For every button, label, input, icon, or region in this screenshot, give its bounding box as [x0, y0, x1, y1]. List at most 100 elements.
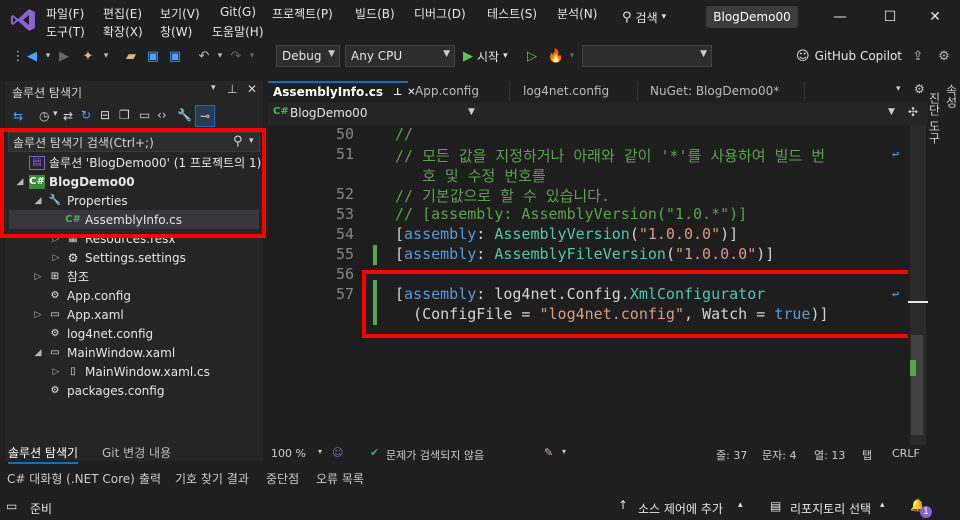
tree-item-app-config[interactable]: ⚙ App.config	[32, 286, 131, 305]
settings-icon[interactable]: ⚙	[936, 48, 952, 64]
tab-breakpoints[interactable]: 중단점	[266, 470, 299, 487]
chevron-down-icon[interactable]: ▾	[211, 83, 216, 93]
tab-csharp-interactive[interactable]: C# 대화형 (.NET Core)	[7, 470, 135, 487]
tab-assemblyinfo[interactable]: AssemblyInfo.cs ⊥ ✕	[268, 81, 416, 101]
copilot-button[interactable]: ☺ GitHub Copilot	[796, 45, 902, 67]
share-icon[interactable]: ⇪	[910, 48, 926, 64]
start-without-debug-icon[interactable]: ▷	[524, 48, 540, 64]
configuration-select[interactable]: Debug ▼	[276, 45, 340, 67]
close-button[interactable]: ✕	[920, 6, 950, 28]
navbar-project[interactable]: BlogDemo00	[290, 106, 367, 120]
select-repository-button[interactable]: 리포지토리 선택	[790, 500, 871, 517]
save-icon[interactable]: ▣	[145, 48, 161, 64]
tab-log4net-config[interactable]: log4net.config	[518, 81, 638, 101]
code-icon[interactable]: ‹›	[157, 108, 167, 122]
redo-icon[interactable]: ↷	[228, 48, 244, 64]
tab-output[interactable]: 출력	[139, 470, 161, 487]
menu-help[interactable]: 도움말(H)	[212, 23, 264, 40]
collapsed-arrow-icon[interactable]: ▷	[50, 367, 62, 377]
chevron-down-icon[interactable]: ▾	[53, 109, 58, 119]
search-button[interactable]: ⚲ 검색 ▾	[622, 6, 702, 28]
new-project-icon[interactable]: ✦	[80, 48, 96, 64]
menu-file[interactable]: 파일(F)	[46, 5, 84, 22]
collapsed-arrow-icon[interactable]: ▷	[32, 272, 44, 282]
chevron-down-icon[interactable]: ▾	[562, 447, 566, 456]
chevron-down-icon[interactable]: ▾	[896, 84, 901, 94]
hot-reload-icon[interactable]: 🔥	[548, 48, 564, 64]
maximize-button[interactable]: ☐	[875, 6, 905, 28]
switch-views-icon[interactable]: ⇄	[63, 109, 73, 123]
menu-edit[interactable]: 편집(E)	[103, 5, 142, 22]
forward-icon[interactable]: ▶	[56, 48, 72, 64]
chevron-down-icon[interactable]: ▾	[98, 48, 114, 64]
copilot-icon[interactable]: ☺	[332, 446, 343, 459]
menu-project[interactable]: 프로젝트(P)	[272, 5, 333, 22]
wrench-icon[interactable]: 🔧	[177, 108, 192, 122]
tab-solution-explorer[interactable]: 솔루션 탐색기	[8, 444, 79, 464]
tab-indicator[interactable]: 탭	[862, 447, 872, 463]
close-icon[interactable]: ✕	[247, 82, 257, 96]
tree-item-settings[interactable]: ▷ ⚙ Settings.settings	[50, 248, 186, 267]
tree-item-references[interactable]: ▷ ⊞ 참조	[32, 267, 90, 286]
tab-error-list[interactable]: 오류 목록	[316, 470, 364, 487]
refresh-icon[interactable]: ↻	[81, 108, 91, 122]
scrollbar-thumb[interactable]	[911, 335, 923, 435]
issues-status[interactable]: 문제가 검색되지 않음	[386, 447, 484, 463]
tree-item-app-xaml[interactable]: ▷ ▭ App.xaml	[32, 305, 124, 324]
col-indicator[interactable]: 열: 13	[814, 447, 845, 463]
undo-icon[interactable]: ↶	[196, 48, 212, 64]
start-button[interactable]: ▶ 시작 ▾	[463, 45, 508, 67]
pin-icon[interactable]: ⊥	[393, 87, 402, 98]
char-indicator[interactable]: 문자: 4	[762, 447, 796, 463]
menu-extensions[interactable]: 확장(X)	[103, 23, 143, 40]
chevron-down-icon[interactable]: ▼	[888, 107, 895, 117]
tree-item-mainwindow-cs[interactable]: ▷ ▯ MainWindow.xaml.cs	[50, 362, 210, 381]
tab-app-config[interactable]: App.config	[410, 81, 510, 101]
add-to-source-control-button[interactable]: 소스 제어에 추가	[638, 500, 723, 517]
chevron-up-icon[interactable]: ▴	[880, 500, 885, 510]
collapse-all-icon[interactable]: ⊟	[100, 108, 110, 122]
tree-item-mainwindow-xaml[interactable]: ◢ ▭ MainWindow.xaml	[32, 343, 176, 362]
expanded-arrow-icon[interactable]: ◢	[32, 348, 44, 358]
tree-item-log4net-config[interactable]: ⚙ log4net.config	[32, 324, 154, 343]
chevron-down-icon[interactable]: ▾	[244, 48, 260, 64]
menu-view[interactable]: 보기(V)	[160, 5, 200, 22]
chevron-down-icon[interactable]: ▾	[212, 48, 228, 64]
save-all-icon[interactable]: ▣	[167, 48, 183, 64]
chevron-down-icon[interactable]: ▼	[468, 107, 475, 117]
collapsed-arrow-icon[interactable]: ▷	[50, 253, 62, 263]
tree-item-packages-config[interactable]: ⚙ packages.config	[32, 381, 165, 400]
vertical-scrollbar[interactable]	[908, 125, 928, 445]
preview-selected-icon[interactable]: ⊸	[195, 105, 215, 127]
menu-test[interactable]: 테스트(S)	[487, 5, 537, 22]
minimize-button[interactable]: —	[825, 6, 855, 28]
show-all-files-icon[interactable]: ❐	[119, 108, 130, 122]
zoom-level[interactable]: 100 %	[271, 447, 306, 460]
chevron-down-icon[interactable]: ▾	[318, 447, 322, 456]
diagnostics-rail-tab[interactable]: 진단 도구	[926, 92, 943, 188]
tab-nuget[interactable]: NuGet: BlogDemo00*	[645, 81, 805, 101]
menu-git[interactable]: Git(G)	[220, 5, 256, 19]
menu-tools[interactable]: 도구(T)	[46, 23, 85, 40]
sync-icon[interactable]: ⇆	[13, 109, 23, 123]
tab-git-changes[interactable]: Git 변경 내용	[102, 444, 171, 461]
chevron-down-icon[interactable]: ▾	[564, 48, 580, 64]
collapsed-arrow-icon[interactable]: ▷	[32, 310, 44, 320]
open-folder-icon[interactable]: ▰	[123, 48, 139, 64]
menu-build[interactable]: 빌드(B)	[355, 5, 395, 22]
back-icon[interactable]: ◀	[24, 48, 40, 64]
menu-window[interactable]: 창(W)	[160, 23, 192, 40]
platform-select[interactable]: Any CPU ▼	[345, 45, 455, 67]
pin-icon[interactable]: ⊥	[227, 82, 237, 96]
chevron-up-icon[interactable]: ▴	[738, 500, 743, 510]
view-code-icon[interactable]: ▭	[139, 108, 150, 122]
menu-analyze[interactable]: 분석(N)	[557, 5, 597, 22]
menu-debug[interactable]: 디버그(D)	[414, 5, 466, 22]
settings-icon[interactable]: ⚙	[914, 82, 925, 96]
history-icon[interactable]: ◷	[39, 109, 49, 123]
properties-rail-tab[interactable]: 속성	[943, 84, 960, 188]
chevron-down-icon[interactable]: ▾	[40, 48, 56, 64]
cleanup-brush-icon[interactable]: ✎	[544, 446, 553, 459]
split-editor-icon[interactable]: ✣	[908, 105, 918, 119]
debug-target-select[interactable]: ▼	[582, 45, 712, 67]
